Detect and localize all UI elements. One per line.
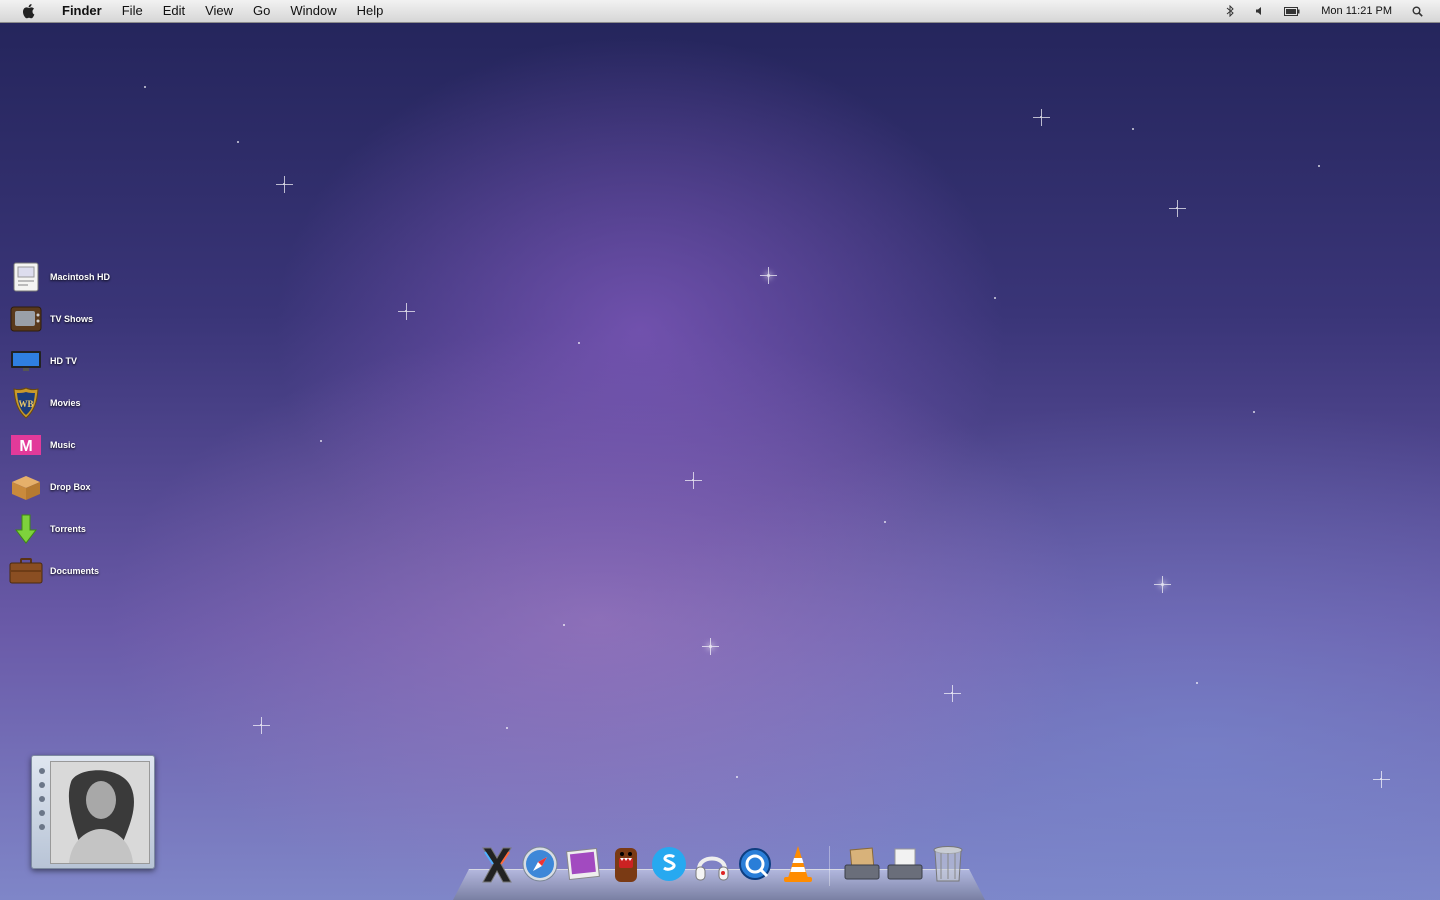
star (1196, 682, 1198, 684)
svg-text:WB: WB (18, 399, 33, 409)
safari-icon[interactable] (520, 842, 560, 886)
menu-help[interactable]: Help (347, 0, 394, 22)
desktop-icon-label: Torrents (50, 524, 86, 534)
trash-icon[interactable] (928, 842, 968, 886)
headphones-icon[interactable] (692, 842, 732, 886)
star (1169, 200, 1186, 217)
desktop-icon-tv-shows[interactable]: TV Shows (8, 298, 158, 340)
skype-icon[interactable] (649, 842, 689, 886)
dock (453, 838, 985, 900)
portrait-photo (50, 761, 150, 864)
star (253, 717, 270, 734)
volume-icon[interactable] (1253, 4, 1267, 18)
menubar-clock[interactable]: Mon 11:21 PM (1321, 5, 1392, 17)
tv-icon (8, 301, 44, 337)
apple-menu-icon[interactable] (18, 3, 40, 19)
star (398, 303, 415, 320)
star (702, 638, 719, 655)
star (1373, 771, 1390, 788)
star (1318, 165, 1320, 167)
menu-window[interactable]: Window (280, 0, 346, 22)
star (944, 685, 961, 702)
menu-file[interactable]: File (112, 0, 153, 22)
hdtv-icon (8, 343, 44, 379)
star (760, 267, 777, 284)
download-arrow-icon (8, 511, 44, 547)
quicktime-icon[interactable] (735, 842, 775, 886)
star (1033, 109, 1050, 126)
star (1132, 128, 1134, 130)
dock-separator (829, 846, 830, 886)
star (144, 86, 146, 88)
desktop-icon-label: Macintosh HD (50, 272, 111, 282)
desktop-icon-label: Drop Box (50, 482, 91, 492)
domo-icon[interactable] (606, 842, 646, 886)
star (884, 521, 886, 523)
menu-edit[interactable]: Edit (153, 0, 195, 22)
star (1253, 411, 1255, 413)
bluetooth-icon[interactable] (1223, 4, 1237, 18)
desktop-icon-drop-box[interactable]: Drop Box (8, 466, 158, 508)
desktop-icon-music[interactable]: M Music (8, 424, 158, 466)
desktop-icon-list: Macintosh HD TV Shows HD TV WB Movies M … (8, 256, 158, 592)
documents-stack-icon[interactable] (885, 842, 925, 886)
desktop-icon-label: Documents (50, 566, 100, 576)
photo-frame-widget[interactable] (31, 755, 155, 869)
menu-bar: Finder File Edit View Go Window Help Mon… (0, 0, 1440, 23)
star (1154, 576, 1171, 593)
desktop-icon-label: Music (50, 440, 76, 450)
desktop-icon-hd-tv[interactable]: HD TV (8, 340, 158, 382)
star (563, 624, 565, 626)
menu-finder[interactable]: Finder (52, 0, 112, 22)
star (506, 727, 508, 729)
spotlight-icon[interactable] (1410, 4, 1424, 18)
svg-text:M: M (19, 438, 32, 455)
box-icon (8, 469, 44, 505)
hard-drive-icon (8, 259, 44, 295)
desktop-icon-torrents[interactable]: Torrents (8, 508, 158, 550)
battery-icon[interactable] (1283, 4, 1301, 18)
desktop-icon-label: Movies (50, 398, 81, 408)
x-app-icon[interactable] (477, 842, 517, 886)
film-rail (36, 760, 48, 864)
menu-view[interactable]: View (195, 0, 243, 22)
downloads-stack-icon[interactable] (842, 842, 882, 886)
star (685, 472, 702, 489)
star (276, 176, 293, 193)
star (578, 342, 580, 344)
menu-go[interactable]: Go (243, 0, 280, 22)
wb-shield-icon: WB (8, 385, 44, 421)
menu-extras: Mon 11:21 PM (1215, 0, 1440, 22)
vlc-icon[interactable] (778, 842, 818, 886)
desktop-icon-movies[interactable]: WB Movies (8, 382, 158, 424)
desktop-icon-label: TV Shows (50, 314, 94, 324)
briefcase-icon (8, 553, 44, 589)
iphoto-icon[interactable] (563, 842, 603, 886)
desktop-icon-documents[interactable]: Documents (8, 550, 158, 592)
desktop-icon-label: HD TV (50, 356, 77, 366)
star (237, 141, 239, 143)
mtv-icon: M (8, 427, 44, 463)
star (994, 297, 996, 299)
star (736, 776, 738, 778)
desktop-icon-macintosh-hd[interactable]: Macintosh HD (8, 256, 158, 298)
star (320, 440, 322, 442)
